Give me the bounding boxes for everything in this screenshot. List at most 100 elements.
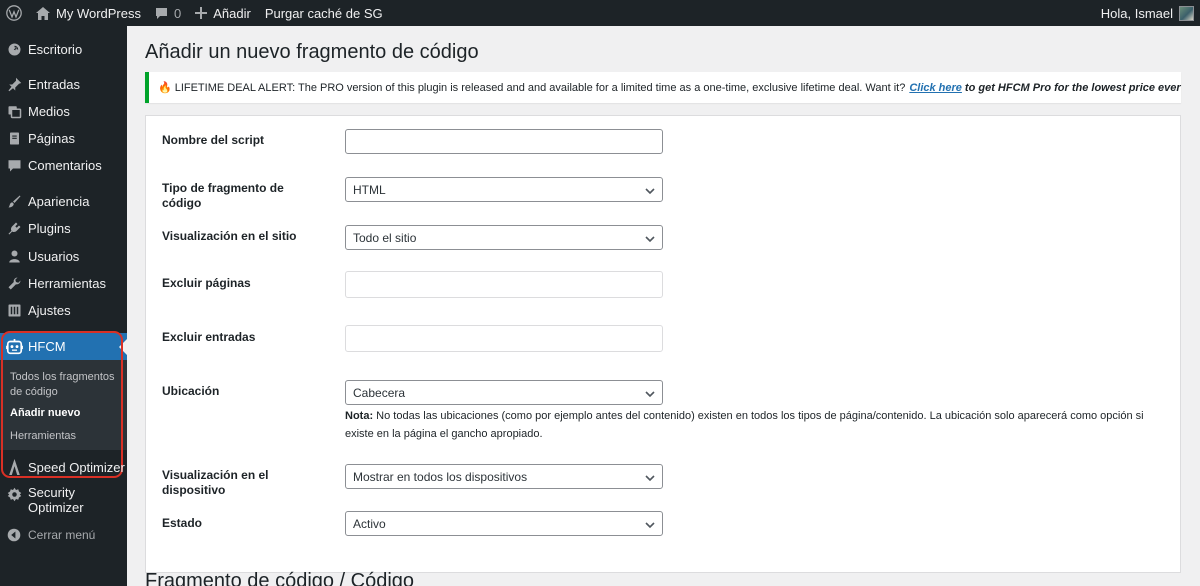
robot-icon — [0, 338, 28, 355]
sidebar-item-label: Entradas — [28, 76, 81, 92]
chevron-down-icon — [645, 472, 655, 486]
plugin-icon — [0, 221, 28, 236]
main-content: Añadir un nuevo fragmento de código 🔥 LI… — [127, 26, 1200, 586]
account-menu[interactable]: Hola, Ismael — [1100, 5, 1200, 21]
site-display-select[interactable]: Todo el sitio — [345, 225, 663, 250]
submenu-item-add-new[interactable]: Añadir nuevo — [10, 406, 120, 421]
chevron-down-icon — [645, 519, 655, 533]
sidebar-item-label: Herramientas — [28, 275, 107, 291]
note-label: Nota: — [345, 410, 374, 422]
sidebar-item-label: Medios — [28, 103, 70, 119]
location-label: Ubicación — [162, 384, 220, 398]
sidebar-item-paginas[interactable]: Páginas — [0, 128, 127, 148]
purge-cache-label: Purgar caché de SG — [264, 5, 383, 21]
sidebar-item-comentarios[interactable]: Comentarios — [0, 155, 127, 175]
exclude-pages-label: Excluir páginas — [162, 276, 251, 290]
submenu-item-tools[interactable]: Herramientas — [10, 429, 120, 444]
device-display-label: Visualización en el dispositivo — [162, 468, 269, 497]
collapse-icon — [0, 528, 28, 542]
dashboard-icon — [0, 42, 28, 57]
sidebar-item-label: Usuarios — [28, 248, 80, 264]
sidebar-item-speed-optimizer[interactable]: Speed Optimizer — [0, 457, 127, 477]
exclude-posts-input[interactable] — [345, 325, 663, 352]
user-icon — [0, 249, 28, 264]
status-label: Estado — [162, 516, 203, 530]
comment-bubble-icon — [155, 7, 168, 20]
fire-icon: 🔥 — [158, 82, 172, 94]
snippet-type-label: Tipo de fragmento de código — [162, 181, 284, 210]
add-new-label: Añadir — [213, 5, 251, 21]
sidebar-item-entradas[interactable]: Entradas — [0, 74, 127, 94]
script-name-input[interactable] — [345, 129, 663, 154]
chevron-down-icon — [645, 233, 655, 247]
pages-icon — [0, 131, 28, 146]
sidebar-item-medios[interactable]: Medios — [0, 101, 127, 121]
media-icon — [0, 104, 28, 119]
sidebar-item-ajustes[interactable]: Ajustes — [0, 300, 127, 320]
location-note: Nota: No todas las ubicaciones (como por… — [345, 407, 1175, 443]
site-display-label: Visualización en el sitio — [162, 229, 297, 243]
wordpress-logo-icon[interactable] — [0, 0, 29, 26]
admin-sidebar: Escritorio Entradas Medios Páginas Comen… — [0, 26, 127, 586]
submenu-item-all-snippets[interactable]: Todos los fragmentos de código — [10, 370, 120, 400]
sidebar-item-apariencia[interactable]: Apariencia — [0, 191, 127, 211]
gear-icon — [0, 485, 28, 502]
device-display-value: Mostrar en todos los dispositivos — [353, 469, 528, 484]
home-icon — [36, 6, 50, 20]
site-name-link[interactable]: My WordPress — [29, 0, 148, 26]
site-display-value: Todo el sitio — [353, 230, 417, 245]
settings-icon — [0, 303, 28, 318]
status-select[interactable]: Activo — [345, 511, 663, 536]
notice-tail: to get HFCM Pro for the lowest price eve… — [964, 81, 1181, 94]
code-section-heading: Fragmento de código / Código — [145, 570, 415, 586]
sidebar-item-label: Cerrar menú — [28, 528, 96, 542]
notice-link[interactable]: Click here — [909, 82, 962, 94]
page-title: Añadir un nuevo fragmento de código — [145, 41, 479, 63]
sidebar-item-security-optimizer[interactable]: Security Optimizer — [0, 485, 127, 517]
notice-text: LIFETIME DEAL ALERT: The PRO version of … — [174, 81, 906, 94]
sidebar-item-label: Comentarios — [28, 157, 102, 173]
snippet-type-value: HTML — [353, 182, 386, 197]
greeting: Hola, Ismael — [1100, 5, 1173, 21]
script-name-label: Nombre del script — [162, 133, 265, 147]
sidebar-item-plugins[interactable]: Plugins — [0, 218, 127, 238]
sidebar-item-label: Ajustes — [28, 302, 71, 318]
sidebar-item-hfcm[interactable]: HFCM — [0, 333, 127, 360]
sidebar-item-escritorio[interactable]: Escritorio — [0, 39, 127, 59]
note-text: No todas las ubicaciones (como por ejemp… — [345, 410, 1144, 440]
purge-cache-link[interactable]: Purgar caché de SG — [258, 0, 390, 26]
current-menu-arrow — [119, 339, 127, 355]
sidebar-item-label: Apariencia — [28, 193, 90, 209]
exclude-pages-input[interactable] — [345, 271, 663, 298]
sidebar-item-label: Escritorio — [28, 41, 83, 57]
status-value: Activo — [353, 516, 386, 531]
pin-icon — [0, 77, 28, 92]
site-name: My WordPress — [56, 5, 141, 21]
comments-count: 0 — [174, 5, 182, 21]
sidebar-item-label: Plugins — [28, 220, 71, 236]
sidebar-item-label: Speed Optimizer — [28, 459, 125, 475]
avatar — [1179, 5, 1194, 21]
comment-icon — [0, 158, 28, 173]
device-display-select[interactable]: Mostrar en todos los dispositivos — [345, 464, 663, 489]
comments-link[interactable]: 0 — [148, 0, 188, 26]
speed-icon — [0, 459, 28, 475]
hfcm-submenu: Todos los fragmentos de código Añadir nu… — [0, 360, 127, 450]
sidebar-item-herramientas[interactable]: Herramientas — [0, 273, 127, 293]
add-new-link[interactable]: Añadir — [188, 0, 258, 26]
snippet-type-select[interactable]: HTML — [345, 177, 663, 202]
exclude-posts-label: Excluir entradas — [162, 330, 256, 344]
sidebar-collapse-menu[interactable]: Cerrar menú — [0, 525, 127, 545]
location-select[interactable]: Cabecera — [345, 380, 663, 405]
sidebar-item-label: HFCM — [28, 339, 66, 354]
plus-icon — [195, 7, 208, 19]
snippet-form: Nombre del script Tipo de fragmento de c… — [145, 115, 1181, 573]
chevron-down-icon — [645, 388, 655, 402]
wrench-icon — [0, 276, 28, 291]
sidebar-item-label: Security Optimizer — [28, 485, 84, 515]
admin-bar: My WordPress 0 Añadir Purgar caché de SG… — [0, 0, 1200, 26]
sidebar-item-usuarios[interactable]: Usuarios — [0, 246, 127, 266]
location-value: Cabecera — [353, 385, 406, 400]
brush-icon — [0, 194, 28, 209]
lifetime-deal-notice: 🔥 LIFETIME DEAL ALERT: The PRO version o… — [145, 72, 1181, 103]
